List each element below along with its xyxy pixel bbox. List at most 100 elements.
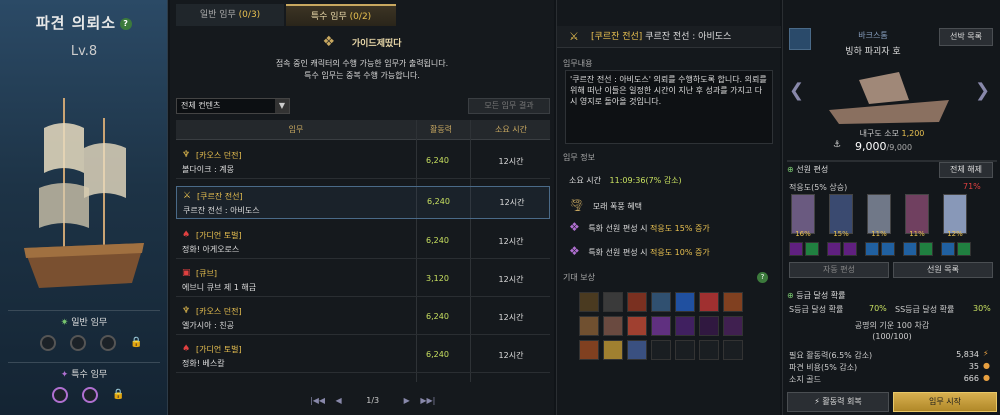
page-title: 파견 의뢰소? xyxy=(0,12,168,33)
reward-item-icon[interactable] xyxy=(627,316,647,336)
crew-member-portrait[interactable] xyxy=(943,194,967,234)
content-filter-dropdown[interactable]: 전체 컨텐츠 ▼ xyxy=(176,98,290,114)
adapt-label: 적응도(5% 상승) xyxy=(789,183,848,192)
normal-mission-label: 일반 임무 xyxy=(71,318,108,328)
reward-item-icon[interactable] xyxy=(651,292,671,312)
reward-item-icon[interactable] xyxy=(603,292,623,312)
all-results-button[interactable]: 모든 임무 결과 xyxy=(468,98,550,114)
chevron-left-icon[interactable]: ❮ xyxy=(789,80,804,101)
honor-line: (100/100) xyxy=(872,332,912,341)
crew-skill-icon xyxy=(865,242,879,256)
next-page-icon[interactable]: ▶ xyxy=(404,396,410,405)
reward-item-icon[interactable] xyxy=(723,316,743,336)
lock-icon: 🔒 xyxy=(112,389,125,400)
crew-list-button[interactable]: 선원 목록 xyxy=(893,262,993,278)
gold-coin-icon: ● xyxy=(983,361,990,370)
reward-grid xyxy=(579,292,759,372)
special-slot[interactable] xyxy=(52,387,68,403)
auto-assign-button[interactable]: 자동 편성 xyxy=(789,262,889,278)
table-header: 임무 활동력 소요 시간 xyxy=(176,120,550,140)
crew-member-portrait[interactable] xyxy=(867,194,891,234)
chevron-right-icon[interactable]: ❯ xyxy=(975,80,990,101)
adapt-value: 71% xyxy=(963,182,981,191)
table-row-selected[interactable]: ⚔ [쿠르잔 전선] 쿠르잔 전선 : 아비도스 6,240 12시간 xyxy=(176,186,550,219)
crew-skill-icon xyxy=(919,242,933,256)
lock-icon: 🔒 xyxy=(130,337,143,348)
ship-type: 바크스톰 xyxy=(858,31,888,40)
time-info: 소요 시간 11:09:36(7% 감소) xyxy=(569,176,682,185)
table-row[interactable]: ♠ [가디언 토벌] 정화! 베스칼 6,240 12시간 xyxy=(176,340,550,373)
special-slot[interactable] xyxy=(82,387,98,403)
durability-info: 내구도 소모 1,200 xyxy=(859,129,925,138)
tab-special-mission[interactable]: 특수 임무 (0/2) xyxy=(286,4,396,26)
special-mission-section: ✦ 특수 임무 🔒 xyxy=(8,362,160,414)
table-row[interactable]: ♆ [카오스 던전] 볼다이크 : 계몽 6,240 12시간 xyxy=(176,146,550,179)
trophy-icon: ♆ xyxy=(182,306,191,316)
table-row[interactable]: ▣ [큐브] 에브니 큐브 제 1 해금 3,120 12시간 xyxy=(176,264,550,297)
crystal-icon: ❖ xyxy=(569,244,580,258)
mission-slot[interactable] xyxy=(70,335,86,351)
help-icon[interactable]: ? xyxy=(120,17,133,30)
guild-panel: 파견 의뢰소? Lv.8 ✷ 일반 임무 🔒 ✦ 특수 임무 🔒 xyxy=(0,0,168,415)
first-page-icon[interactable]: |◀◀ xyxy=(310,396,325,405)
reward-item-icon[interactable] xyxy=(627,340,647,360)
detail-header: ⚔ [쿠르잔 전선] 쿠르잔 전선 : 아비도스 xyxy=(557,26,781,48)
table-row[interactable]: ♠ [가디언 토벌] 정화! 아게오로스 6,240 12시간 xyxy=(176,226,550,259)
disband-all-button[interactable]: 전체 해제 xyxy=(939,162,993,178)
normal-mission-icon: ✷ xyxy=(60,318,69,328)
reward-item-icon[interactable] xyxy=(699,316,719,336)
reward-item-icon[interactable] xyxy=(579,292,599,312)
guide-title: 가이드제띴다 xyxy=(351,39,402,49)
benefit-row: 🌪 모래 폭풍 혜택 xyxy=(569,198,643,212)
guide-text-line: 접속 중인 캐릭터의 수행 가능한 임무가 출력됩니다. xyxy=(275,59,449,68)
reward-item-icon[interactable] xyxy=(675,292,695,312)
special-mission-icon: ✦ xyxy=(60,370,69,380)
recover-activity-button[interactable]: ⚡ 활동력 회복 xyxy=(787,392,889,412)
ss-grade-value: 30% xyxy=(973,304,991,313)
reward-item-icon[interactable] xyxy=(579,340,599,360)
grade-icon: ⊕ xyxy=(787,291,794,300)
reward-item-icon[interactable] xyxy=(675,316,695,336)
reward-item-icon[interactable] xyxy=(603,316,623,336)
ship-type-icon xyxy=(789,28,811,50)
crew-icon: ⊕ xyxy=(787,165,794,174)
crew-skill-icon xyxy=(903,242,917,256)
table-row[interactable]: ♆ [카오스 던전] 엘가시아 : 친공 6,240 12시간 xyxy=(176,302,550,335)
help-icon[interactable]: ? xyxy=(757,272,768,283)
guide-emblem-icon: ❖ xyxy=(322,34,335,50)
grade-section-label: ⊕ 등급 달성 확률 xyxy=(787,291,846,300)
start-mission-button[interactable]: 임무 시작 xyxy=(893,392,997,412)
crew-member-portrait[interactable] xyxy=(791,194,815,234)
reward-item-icon[interactable] xyxy=(603,340,623,360)
ship-list-button[interactable]: 선박 목록 xyxy=(939,28,993,46)
prev-page-icon[interactable]: ◀ xyxy=(336,396,342,405)
last-page-icon[interactable]: ▶▶| xyxy=(420,396,435,405)
reward-label: 기대 보상 xyxy=(563,273,595,282)
normal-mission-section: ✷ 일반 임무 🔒 xyxy=(8,310,160,358)
anchor-icon: ⚓ xyxy=(833,140,842,150)
ship-panel: 바크스톰 빙하 파괴자 호 선박 목록 ❮ ❯ 내구도 소모 1,200 ⚓ 9… xyxy=(782,0,1000,415)
reward-item-icon[interactable] xyxy=(723,292,743,312)
hp-value: 9,000/9,000 xyxy=(855,140,913,153)
ship-name: 빙하 파괴자 호 xyxy=(845,47,901,57)
mission-description: '쿠르잔 전선 : 아비도스' 의뢰를 수행하도록 합니다. 의뢰를 위해 떠난… xyxy=(565,70,773,144)
sandstorm-icon: 🌪 xyxy=(569,198,585,212)
reward-item-icon[interactable] xyxy=(699,292,719,312)
crew-skill-icon xyxy=(843,242,857,256)
reward-item-icon[interactable] xyxy=(651,316,671,336)
crossed-swords-icon: ⚔ xyxy=(569,30,579,43)
benefit-row: ❖ 특화 선원 편성 시 적응도 15% 증가 xyxy=(569,220,710,234)
mission-slot[interactable] xyxy=(40,335,56,351)
crew-member-portrait[interactable] xyxy=(829,194,853,234)
reward-empty-slot xyxy=(699,340,719,360)
mission-slot[interactable] xyxy=(100,335,116,351)
activity-cost-value: 5,834 xyxy=(956,350,979,359)
ship-image xyxy=(829,72,949,124)
activity-icon: ⚡ xyxy=(983,349,989,358)
crew-member-portrait[interactable] xyxy=(905,194,929,234)
crew-adapt-pct: 11% xyxy=(871,230,887,238)
tab-normal-mission[interactable]: 일반 임무 (0/3) xyxy=(176,4,284,26)
reward-item-icon[interactable] xyxy=(627,292,647,312)
crew-skill-icon xyxy=(941,242,955,256)
reward-item-icon[interactable] xyxy=(579,316,599,336)
